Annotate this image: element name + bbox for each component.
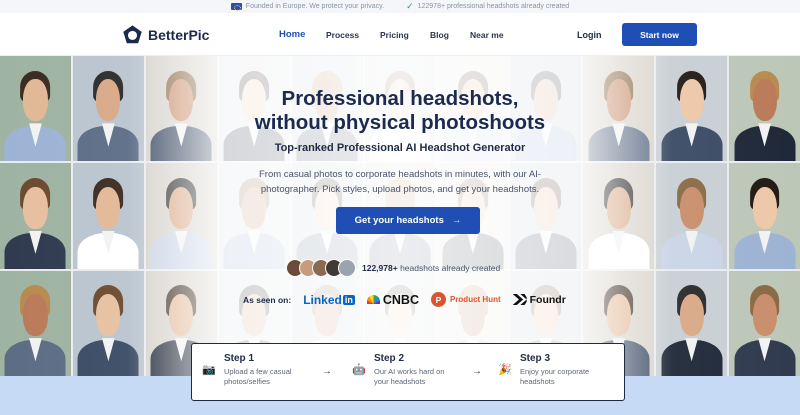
navbar: BetterPic Home Process Pricing Blog Near… [0,13,800,56]
step-2: 🤖 Step 2 Our AI works hard on your heads… [352,353,444,387]
as-seen-on: As seen on: Linked in CNBC P Product Hunt … [243,292,566,307]
nav-link-blog[interactable]: Blog [430,30,449,40]
step-1-desc-line1: Upload a few casual [224,367,292,376]
robot-icon: 🤖 [352,364,366,376]
brand-logo[interactable]: BetterPic [122,24,209,45]
step-3: 🎉 Step 3 Enjoy your corporate headshots [498,353,589,387]
headshot-count-text: 122978+ professional headshots already c… [417,3,570,10]
avatar [338,259,356,277]
party-popper-icon: 🎉 [498,364,512,376]
social-proof-label: headshots already created [400,263,501,273]
nav-link-process[interactable]: Process [326,30,359,40]
product-hunt-logo[interactable]: P Product Hunt [430,292,501,307]
step-3-title: Step 3 [520,353,551,364]
cnbc-peacock-icon [366,295,380,304]
nav-link-near-me[interactable]: Near me [470,30,504,40]
product-hunt-wordmark: Product Hunt [449,295,501,304]
step-arrow-icon: → [472,366,482,377]
customer-avatars [286,259,356,277]
step-1-title: Step 1 [224,353,255,364]
login-link[interactable]: Login [577,30,602,40]
step-arrow-icon: → [322,366,332,377]
step-2-desc-line2: your headshots [374,377,426,386]
steps-card: 📷 Step 1 Upload a few casual photos/self… [191,343,625,401]
hero-description-line1: From casual photos to corporate headshot… [259,169,541,180]
get-headshots-label: Get your headshots [354,215,444,226]
nav-link-pricing[interactable]: Pricing [380,30,409,40]
linkedin-in-mark: in [342,294,355,305]
start-now-button[interactable]: Start now [622,23,697,46]
as-seen-on-label: As seen on: [243,294,292,305]
hero-title-line2: without physical photoshoots [254,111,546,134]
step-2-title: Step 2 [374,353,405,364]
camera-icon: 📷 [202,364,216,376]
hero-description: From casual photos to corporate headshot… [0,167,800,197]
step-2-desc-line1: Our AI works hard on [374,367,445,376]
nav-link-home[interactable]: Home [279,29,305,40]
cnbc-logo[interactable]: CNBC [366,292,419,307]
step-3-desc-line2: headshots [520,377,555,386]
hero-title: Professional headshots, without physical… [0,87,800,135]
headshot-count-note: ✓ 122978+ professional headshots already… [406,1,569,12]
social-proof: 122,978+ headshots already created [286,259,500,277]
linkedin-wordmark: Linked [303,292,342,307]
linkedin-logo[interactable]: Linked in [303,293,355,307]
top-banner: Founded in Europe. We protect your priva… [0,0,800,13]
step-1: 📷 Step 1 Upload a few casual photos/self… [202,353,292,387]
foundr-logo[interactable]: Foundr [512,293,566,306]
betterpic-logo-icon [123,25,142,44]
get-headshots-button[interactable]: Get your headshots → [336,207,480,234]
step-3-desc-line1: Enjoy your corporate [520,367,590,376]
foundr-icon [512,294,527,305]
social-proof-count: 122,978+ [362,263,398,273]
brand-name: BetterPic [148,26,210,43]
privacy-note: Founded in Europe. We protect your priva… [230,3,385,11]
hero-title-line1: Professional headshots, [281,87,519,110]
social-proof-text: 122,978+ headshots already created [362,263,500,273]
step-1-desc-line2: photos/selfies [224,377,270,386]
hero-description-line2: photographer. Pick styles, upload photos… [260,184,540,195]
cnbc-wordmark: CNBC [382,292,419,307]
checkmark-icon: ✓ [406,1,414,11]
foundr-wordmark: Foundr [529,293,566,306]
product-hunt-icon: P [430,292,446,307]
hero-subtitle: Top-ranked Professional AI Headshot Gene… [274,142,526,154]
arrow-right-icon: → [451,215,462,226]
eu-flag-icon [230,3,242,11]
privacy-text: Founded in Europe. We protect your priva… [245,3,385,10]
